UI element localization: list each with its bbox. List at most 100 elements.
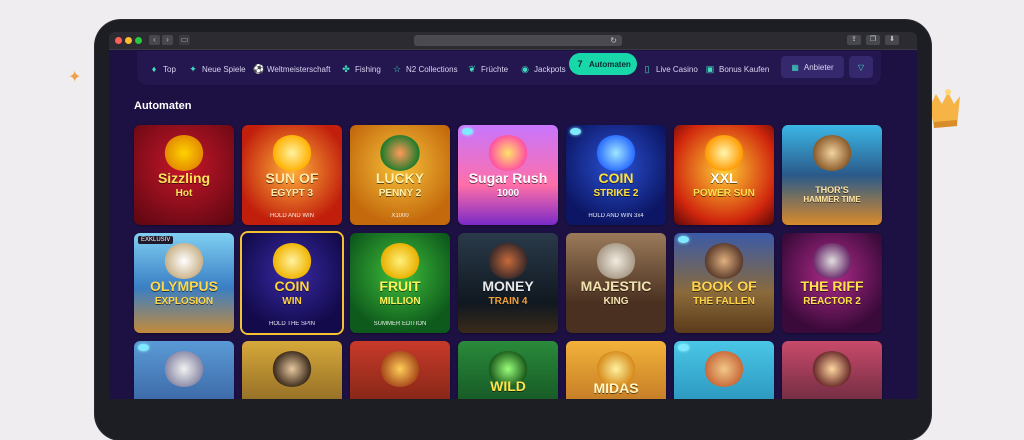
game-tile-coin-win[interactable]: COIN WIN HOLD THE SPIN bbox=[242, 233, 342, 333]
game-tile-wild[interactable]: WILD bbox=[458, 341, 558, 399]
game-title: MIDAS bbox=[593, 380, 639, 396]
tab-fruechte[interactable]: ❦ Früchte bbox=[467, 59, 508, 79]
game-tile-xxl-power-sun[interactable]: XXL POWER SUN bbox=[674, 125, 774, 225]
phone-icon: ▯ bbox=[644, 63, 650, 74]
game-title: COIN bbox=[598, 170, 634, 186]
reload-icon[interactable]: ↻ bbox=[610, 35, 617, 46]
tabs-icon[interactable]: ❐ bbox=[866, 35, 880, 45]
tab-neue-spiele[interactable]: ✦ Neue Spiele bbox=[188, 59, 245, 79]
exclusive-badge: EXKLUSIV bbox=[138, 236, 174, 244]
game-subtitle: THE FALLEN bbox=[693, 296, 755, 307]
sparkle-icon: ✦ bbox=[68, 69, 82, 86]
tab-jackpots[interactable]: ◉ Jackpots bbox=[520, 59, 566, 79]
game-title: XXL bbox=[710, 170, 738, 186]
tab-live-casino[interactable]: ▯ Live Casino bbox=[642, 59, 698, 79]
game-subtitle: EGYPT 3 bbox=[270, 188, 314, 199]
fish-icon: ✤ bbox=[342, 63, 350, 74]
game-tile-coin-strike-2[interactable]: COIN STRIKE 2 HOLD AND WIN 3x4 bbox=[566, 125, 666, 225]
game-title: LUCKY bbox=[375, 170, 425, 186]
game-tile-the-riff-reactor-2[interactable]: THE RIFF REACTOR 2 bbox=[782, 233, 882, 333]
game-art bbox=[704, 135, 744, 171]
game-art bbox=[272, 243, 312, 279]
close-window-button[interactable] bbox=[115, 37, 122, 44]
game-tile[interactable] bbox=[242, 341, 342, 399]
download-icon[interactable]: ⬇ bbox=[885, 35, 899, 45]
game-subtitle: POWER SUN bbox=[693, 188, 755, 199]
game-tile[interactable] bbox=[350, 341, 450, 399]
game-tag: HOLD AND WIN 3x4 bbox=[588, 213, 644, 219]
share-icon[interactable]: ⇪ bbox=[847, 35, 861, 45]
game-tile-lucky-penny-2[interactable]: LUCKY PENNY 2 X1000 bbox=[350, 125, 450, 225]
game-tag: X1000 bbox=[391, 213, 409, 219]
grid-icon: ▦ bbox=[791, 62, 799, 72]
coin-icon: ◉ bbox=[521, 63, 529, 74]
game-title: WILD bbox=[490, 378, 526, 394]
tab-automaten[interactable]: 7 Automaten bbox=[569, 53, 637, 75]
tab-n2-collections[interactable]: ☆ N2 Collections bbox=[392, 59, 458, 79]
game-tag: HOLD THE SPIN bbox=[269, 321, 315, 327]
game-tile-sugar-rush-1000[interactable]: Sugar Rush 1000 bbox=[458, 125, 558, 225]
tab-top[interactable]: ♦ Top bbox=[149, 59, 176, 79]
provider-button[interactable]: ▦ Anbieter bbox=[781, 56, 844, 78]
maximize-window-button[interactable] bbox=[135, 37, 142, 44]
game-tile-sun-of-egypt-3[interactable]: SUN OF EGYPT 3 HOLD AND WIN bbox=[242, 125, 342, 225]
game-subtitle: STRIKE 2 bbox=[593, 188, 639, 199]
game-tile-money-train-4[interactable]: MONEY TRAIN 4 bbox=[458, 233, 558, 333]
sidebar-icon[interactable]: ▭ bbox=[179, 35, 190, 45]
slot-icon: 7 bbox=[577, 59, 583, 69]
tab-label: Bonus Kaufen bbox=[719, 64, 770, 74]
tab-label: Jackpots bbox=[534, 64, 566, 74]
gem-badge-icon bbox=[138, 344, 149, 351]
tab-fishing[interactable]: ✤ Fishing bbox=[341, 59, 381, 79]
tab-label: Weltmeisterschaft bbox=[267, 64, 331, 74]
tab-weltmeisterschaft[interactable]: ⚽ Weltmeisterschaft bbox=[253, 59, 330, 79]
gem-badge-icon bbox=[678, 344, 689, 351]
game-tile-thors-hammer-time[interactable]: THOR'S HAMMER TIME bbox=[782, 125, 882, 225]
game-subtitle: REACTOR 2 bbox=[803, 296, 861, 307]
tab-label: Top bbox=[163, 64, 176, 74]
game-tile-fruit-million[interactable]: FRUIT MILLION SUMMER EDITION bbox=[350, 233, 450, 333]
gem-badge-icon bbox=[678, 236, 689, 243]
game-subtitle: KING bbox=[603, 296, 629, 307]
game-art bbox=[272, 135, 312, 171]
minimize-window-button[interactable] bbox=[125, 37, 132, 44]
game-tile-majestic-king[interactable]: MAJESTIC KING bbox=[566, 233, 666, 333]
cherry-icon: ❦ bbox=[468, 63, 476, 74]
game-subtitle: Hot bbox=[175, 188, 193, 199]
game-tile[interactable] bbox=[134, 341, 234, 399]
game-subtitle: PENNY 2 bbox=[378, 188, 422, 199]
tab-label: Live Casino bbox=[656, 64, 698, 74]
game-tile-midas[interactable]: MIDAS bbox=[566, 341, 666, 399]
game-art bbox=[812, 351, 852, 387]
category-nav: ♦ Top ✦ Neue Spiele ⚽ Weltmeisterschaft ✤ Fi… bbox=[137, 51, 881, 85]
game-tile-sizzling-hot[interactable]: Sizzling Hot bbox=[134, 125, 234, 225]
tab-label: Fishing bbox=[355, 64, 381, 74]
game-tile-olympus-explosion[interactable]: EXKLUSIV OLYMPUS EXPLOSION bbox=[134, 233, 234, 333]
game-art bbox=[812, 243, 852, 279]
game-subtitle: TRAIN 4 bbox=[488, 296, 528, 307]
game-tile-book-of-the-fallen[interactable]: BOOK OF THE FALLEN bbox=[674, 233, 774, 333]
game-title: Sugar Rush bbox=[468, 170, 548, 186]
game-title: OLYMPUS bbox=[150, 278, 218, 294]
game-tile[interactable] bbox=[674, 341, 774, 399]
game-title: THE RIFF bbox=[800, 278, 864, 294]
sparkle-icon: ✦ bbox=[189, 63, 197, 74]
game-art bbox=[164, 351, 204, 387]
back-arrow-icon[interactable]: ‹ bbox=[149, 35, 160, 45]
address-bar[interactable]: ↻ bbox=[414, 35, 622, 46]
gem-badge-icon bbox=[462, 128, 473, 135]
game-title: FRUIT bbox=[379, 278, 421, 294]
game-art bbox=[380, 243, 420, 279]
game-subtitle: WIN bbox=[282, 296, 302, 307]
game-title: Sizzling bbox=[157, 170, 211, 186]
game-art bbox=[164, 243, 204, 279]
tab-bonus-kaufen[interactable]: ▣ Bonus Kaufen bbox=[705, 59, 770, 79]
browser-screen: ‹ › ▭ ↻ ⇪ ❐ ⬇ ♦ Top ✦ Neue Spiele ⚽ Weltmei… bbox=[109, 32, 917, 399]
game-subtitle: 1000 bbox=[496, 188, 520, 199]
filter-button[interactable]: ▽ bbox=[849, 56, 873, 78]
game-tile[interactable] bbox=[782, 341, 882, 399]
forward-arrow-icon[interactable]: › bbox=[162, 35, 173, 45]
tab-label: Früchte bbox=[481, 64, 509, 74]
section-title: Automaten bbox=[134, 100, 192, 112]
game-art bbox=[704, 243, 744, 279]
